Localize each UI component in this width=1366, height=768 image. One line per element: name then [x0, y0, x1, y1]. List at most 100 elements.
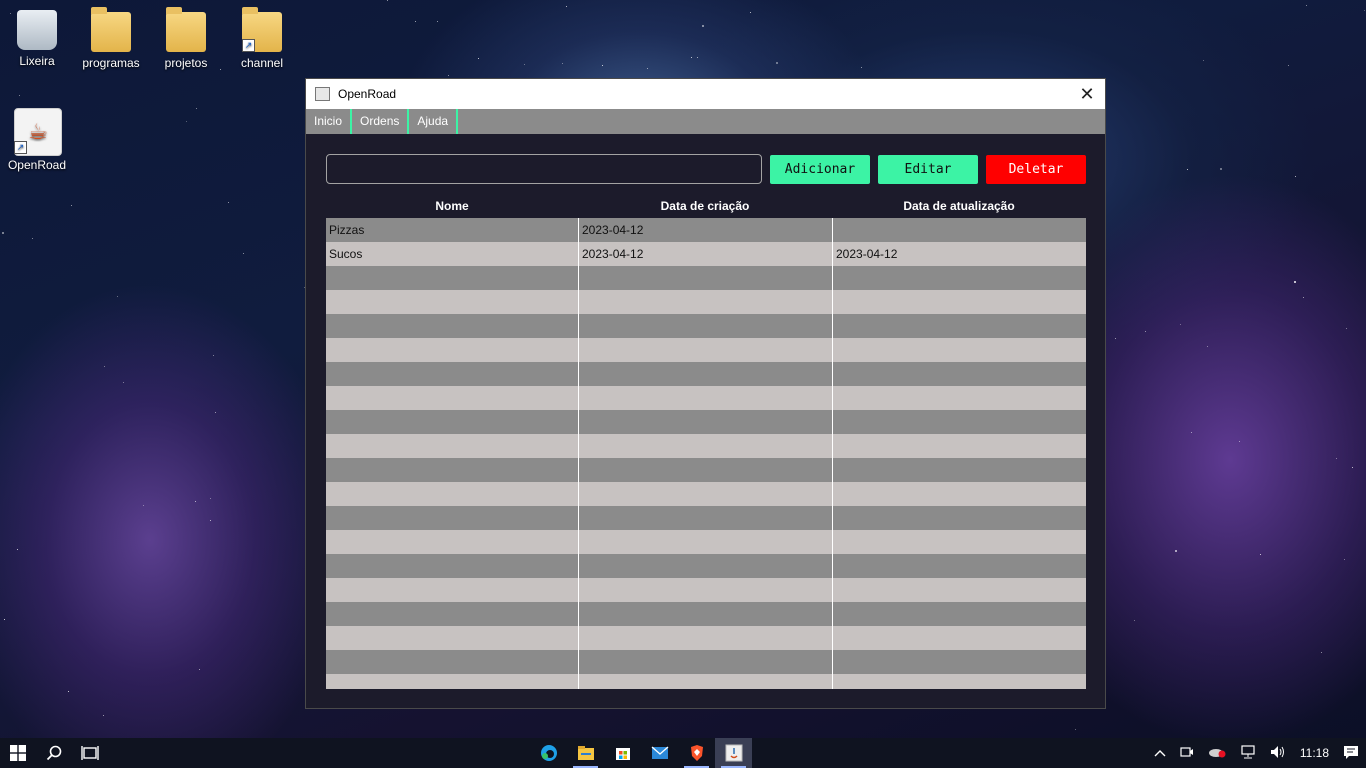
- empty-cell: [832, 410, 1086, 434]
- taskbar-mail[interactable]: [641, 738, 678, 768]
- cell-data-criacao: 2023-04-12: [578, 242, 832, 266]
- star: [228, 202, 229, 203]
- empty-cell: [578, 650, 832, 674]
- taskbar-edge[interactable]: [530, 738, 567, 768]
- task-view-icon: [81, 746, 99, 760]
- desktop-icon-channel[interactable]: ↗ channel: [225, 7, 299, 70]
- desktop-icon-programas[interactable]: programas: [74, 7, 148, 70]
- edit-button[interactable]: Editar: [878, 154, 978, 184]
- empty-table-row: [326, 506, 1086, 530]
- column-header-data-atualizacao[interactable]: Data de atualização: [832, 194, 1086, 218]
- empty-cell: [326, 602, 578, 626]
- column-header-data-criacao[interactable]: Data de criação: [578, 194, 832, 218]
- start-button[interactable]: [0, 738, 36, 768]
- star: [243, 253, 244, 254]
- table-row[interactable]: Sucos 2023-04-12 2023-04-12: [326, 242, 1086, 266]
- empty-cell: [578, 506, 832, 530]
- title-bar[interactable]: OpenRoad ✕: [306, 79, 1105, 109]
- volume-speaker-icon[interactable]: [1270, 745, 1286, 762]
- task-view-button[interactable]: [72, 738, 108, 768]
- recycle-bin-icon: [17, 10, 57, 50]
- desktop-icon-recycle-bin[interactable]: Lixeira: [0, 10, 74, 68]
- star: [104, 366, 105, 367]
- star: [1115, 338, 1116, 339]
- empty-cell: [578, 266, 832, 290]
- meet-now-camera-icon[interactable]: [1180, 746, 1194, 761]
- empty-cell: [832, 530, 1086, 554]
- taskbar-file-explorer[interactable]: [567, 738, 604, 768]
- edge-browser-icon: [540, 745, 557, 761]
- brave-browser-icon: [690, 745, 703, 761]
- star: [697, 57, 698, 58]
- empty-table-row: [326, 554, 1086, 578]
- empty-table-row: [326, 602, 1086, 626]
- show-hidden-icons-chevron-up-icon[interactable]: [1154, 746, 1166, 760]
- star: [1352, 467, 1353, 468]
- empty-cell: [326, 266, 578, 290]
- taskbar: 11:18: [0, 738, 1366, 768]
- empty-cell: [326, 434, 578, 458]
- system-tray: 11:18: [1147, 738, 1366, 768]
- table-row[interactable]: Pizzas 2023-04-12: [326, 218, 1086, 242]
- add-button[interactable]: Adicionar: [770, 154, 870, 184]
- star: [1260, 554, 1261, 555]
- empty-table-row: [326, 482, 1086, 506]
- star: [437, 21, 438, 22]
- star: [602, 65, 603, 66]
- star: [215, 412, 216, 413]
- empty-table-row: [326, 290, 1086, 314]
- empty-cell: [578, 626, 832, 650]
- empty-cell: [326, 410, 578, 434]
- star: [1207, 346, 1208, 347]
- empty-cell: [578, 602, 832, 626]
- empty-cell: [326, 674, 578, 689]
- star: [1220, 168, 1222, 170]
- clock[interactable]: 11:18: [1300, 746, 1329, 760]
- star: [647, 68, 648, 69]
- column-header-nome[interactable]: Nome: [326, 194, 578, 218]
- empty-cell: [578, 530, 832, 554]
- empty-table-row: [326, 434, 1086, 458]
- data-table: Nome Data de criação Data de atualização…: [326, 194, 1086, 689]
- delete-button[interactable]: Deletar: [986, 154, 1086, 184]
- java-app-icon: ☕ ↗: [14, 108, 62, 156]
- star: [32, 238, 33, 239]
- desktop-icon-label: channel: [240, 56, 284, 70]
- empty-cell: [578, 410, 832, 434]
- star: [1288, 65, 1289, 66]
- empty-cell: [326, 626, 578, 650]
- menu-item-ordens[interactable]: Ordens: [352, 109, 410, 134]
- empty-cell: [578, 314, 832, 338]
- desktop-icon-projetos[interactable]: projetos: [149, 7, 223, 70]
- empty-table-row: [326, 674, 1086, 689]
- empty-table-row: [326, 410, 1086, 434]
- empty-cell: [578, 434, 832, 458]
- taskbar-store[interactable]: [604, 738, 641, 768]
- star: [1175, 550, 1177, 552]
- empty-cell: [326, 554, 578, 578]
- windows-logo-icon: [10, 745, 26, 761]
- star: [1134, 620, 1135, 621]
- empty-cell: [832, 602, 1086, 626]
- network-icon[interactable]: [1240, 744, 1256, 762]
- star: [71, 205, 72, 206]
- close-button[interactable]: ✕: [1069, 79, 1105, 109]
- menu-item-inicio[interactable]: Inicio: [306, 109, 353, 134]
- action-center-notification-icon[interactable]: [1343, 745, 1359, 762]
- empty-cell: [832, 386, 1086, 410]
- desktop-icon-label: projetos: [164, 56, 208, 70]
- empty-cell: [326, 458, 578, 482]
- star: [68, 691, 69, 692]
- menu-item-ajuda[interactable]: Ajuda: [409, 109, 459, 134]
- desktop-icon-openroad[interactable]: ☕ ↗ OpenRoad: [0, 108, 74, 172]
- window-title: OpenRoad: [338, 87, 397, 101]
- empty-table-row: [326, 338, 1086, 362]
- onedrive-error-icon[interactable]: [1208, 746, 1226, 761]
- taskbar-openroad[interactable]: [715, 738, 752, 768]
- empty-cell: [326, 650, 578, 674]
- name-input[interactable]: [326, 154, 762, 184]
- empty-cell: [578, 482, 832, 506]
- star: [1180, 324, 1181, 325]
- search-button[interactable]: [36, 738, 72, 768]
- taskbar-brave[interactable]: [678, 738, 715, 768]
